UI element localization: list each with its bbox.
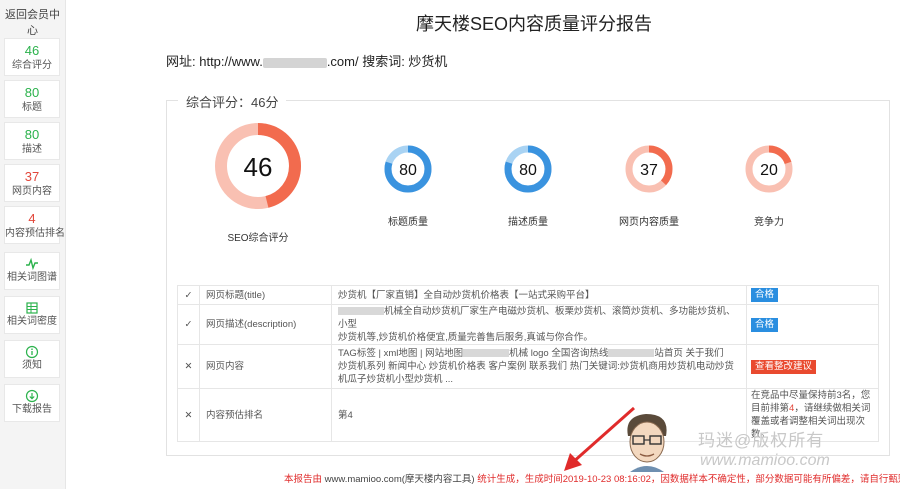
- sidebar-item-label: 相关词密度: [7, 316, 57, 327]
- gauge-seo-overall: 46: [214, 122, 302, 210]
- report-footer: 本报告由 www.mamioo.com(摩天楼内容工具) 统计生成，生成时间20…: [284, 471, 900, 485]
- redacted-text: [463, 349, 510, 358]
- sidebar-item-page-content[interactable]: 37 网页内容: [4, 164, 60, 202]
- redacted-text: [338, 307, 384, 316]
- report-title: 摩天楼SEO内容质量评分报告: [416, 14, 653, 34]
- sidebar-item-download-report[interactable]: 下载报告: [4, 384, 60, 422]
- table-row: ✕ 网页内容 TAG标签 | xml地图 | 网站地图 机械 logo 全国咨询热…: [177, 344, 879, 389]
- sidebar-item-label: 综合评分: [12, 60, 52, 71]
- table-row: ✓ 网页标题(title) 炒货机【厂家直销】全自动炒货机价格表【一站式采购平台…: [177, 285, 879, 305]
- gauge-label: 竞争力: [754, 217, 784, 228]
- sidebar-item-related-word-graph[interactable]: 相关词图谱: [4, 252, 60, 290]
- sidebar-item-description[interactable]: 80 描述: [4, 122, 60, 160]
- row-content: 炒货机【厂家直销】全自动炒货机价格表【一站式采购平台】: [331, 285, 747, 305]
- sidebar-item-title[interactable]: 80 标题: [4, 80, 60, 118]
- gauge-ring: 37: [625, 145, 673, 193]
- back-to-member-center-link[interactable]: 返回会员中心: [0, 0, 65, 37]
- row-content-line: TAG标签 | xml地图 | 网站地图: [338, 348, 464, 359]
- info-icon: [25, 345, 39, 359]
- sidebar-item-label: 标题: [22, 102, 42, 113]
- gauge-competitiveness: 20: [744, 144, 794, 194]
- line-chart-icon: [25, 257, 39, 271]
- svg-text:46: 46: [244, 152, 273, 182]
- gauge-ring: 20: [745, 145, 793, 193]
- sidebar-item-label: 网页内容: [12, 186, 52, 197]
- footer-text: 统计生成，生成时间2019-10-23 08:16:02，因数据样本不确定性，部…: [477, 474, 900, 485]
- row-tag-cell: 查看整改建议: [746, 344, 879, 389]
- sidebar-item-value: 80: [24, 85, 40, 100]
- pass-badge: 合格: [751, 288, 779, 302]
- table-row: ✓ 网页描述(description) 机械全自动炒货机厂家生产电磁炒货机、板栗…: [177, 304, 879, 345]
- check-icon: ✓: [177, 285, 200, 305]
- svg-text:20: 20: [760, 162, 778, 179]
- gauge-label: 描述质量: [508, 217, 548, 228]
- row-content-line: 机械全自动炒货机厂家生产电磁炒货机、板栗炒货机、滚筒炒货机、多功能炒货机、小型: [338, 306, 736, 330]
- row-content: 机械全自动炒货机厂家生产电磁炒货机、板栗炒货机、滚筒炒货机、多功能炒货机、小型 …: [331, 304, 747, 345]
- svg-text:80: 80: [519, 162, 537, 179]
- sidebar-item-label: 须知: [22, 360, 42, 371]
- footer-site: www.mamioo.com(摩天楼内容工具): [322, 474, 478, 485]
- svg-text:37: 37: [640, 162, 658, 179]
- row-name: 网页标题(title): [199, 285, 332, 305]
- sidebar-item-value: 46: [24, 43, 40, 58]
- row-content-line: 站首页 关于我们: [654, 348, 724, 359]
- gauge-title-quality: 80: [383, 144, 433, 194]
- pass-badge: 合格: [751, 317, 779, 332]
- watermark-avatar: [627, 414, 667, 472]
- gauge-label: SEO综合评分: [227, 233, 289, 244]
- gauge-label: 标题质量: [388, 217, 428, 228]
- gauge-content-quality: 37: [624, 144, 674, 194]
- sidebar-item-label: 相关词图谱: [7, 272, 57, 283]
- cross-icon: ✕: [177, 344, 200, 389]
- row-content-line: 机瓜子炒货机小型炒货机 ...: [338, 374, 454, 385]
- sidebar: 返回会员中心 46 综合评分 80 标题 80 描述 37 网页内容 4 内容预…: [0, 0, 66, 489]
- redacted-domain: [262, 57, 327, 68]
- view-suggestions-button[interactable]: 查看整改建议: [751, 359, 817, 374]
- sidebar-item-related-word-density[interactable]: 相关词密度: [4, 296, 60, 334]
- cross-icon: ✕: [177, 388, 200, 442]
- gauge-ring: 80: [384, 145, 432, 193]
- watermark-url: www.mamioo.com: [700, 452, 830, 469]
- row-content: TAG标签 | xml地图 | 网站地图 机械 logo 全国咨询热线 站首页 关于…: [331, 344, 747, 389]
- gauge-ring: 80: [504, 145, 552, 193]
- footer-text: 本报告由: [284, 474, 323, 485]
- row-content-line: 炒货机等,炒货机价格便宜,质量完善售后服务,真诚与你合作。: [338, 332, 593, 343]
- check-icon: ✓: [177, 304, 200, 345]
- sidebar-item-value: 80: [24, 127, 40, 142]
- sidebar-item-notice[interactable]: 须知: [4, 340, 60, 378]
- row-content-line: 机械 logo 全国咨询热线: [509, 348, 609, 359]
- redacted-text: [608, 349, 655, 358]
- svg-text:80: 80: [399, 162, 417, 179]
- sidebar-item-label: 下载报告: [12, 404, 52, 415]
- results-table: ✓ 网页标题(title) 炒货机【厂家直销】全自动炒货机价格表【一站式采购平台…: [177, 285, 879, 442]
- sidebar-item-overall-score[interactable]: 46 综合评分: [4, 38, 60, 76]
- url-line: 网址: http://www. .com/ 搜索词: 炒货机: [166, 51, 447, 70]
- sidebar-item-label: 内容预估排名: [5, 228, 65, 239]
- row-name: 网页描述(description): [199, 304, 332, 345]
- sidebar-item-label: 描述: [22, 144, 42, 155]
- gauge-label: 网页内容质量: [619, 217, 679, 228]
- row-name: 网页内容: [199, 344, 332, 389]
- gauge-description-quality: 80: [503, 144, 553, 194]
- row-content: 第4: [331, 388, 747, 442]
- url-suffix: .com/ 搜索词: 炒货机: [326, 54, 448, 69]
- row-tag-cell: 合格: [746, 304, 879, 345]
- watermark-text: 玛迷@版权所有: [698, 431, 825, 450]
- grid-icon: [25, 301, 39, 315]
- gauge-ring: 46: [215, 123, 301, 209]
- sidebar-item-value: 4: [28, 211, 36, 226]
- row-name: 内容预估排名: [199, 388, 332, 442]
- overall-score-legend: 综合评分：46分: [178, 92, 287, 111]
- download-icon: [25, 389, 39, 403]
- url-prefix: 网址: http://www.: [166, 54, 263, 69]
- sidebar-item-value: 37: [24, 169, 40, 184]
- row-content-line: 炒货机系列 新闻中心 炒货机价格表 客户案例 联系我们 热门关键词:炒货机商用炒…: [338, 361, 734, 372]
- sidebar-item-estimated-rank[interactable]: 4 内容预估排名: [4, 206, 65, 244]
- row-tag-cell: 合格: [746, 285, 879, 305]
